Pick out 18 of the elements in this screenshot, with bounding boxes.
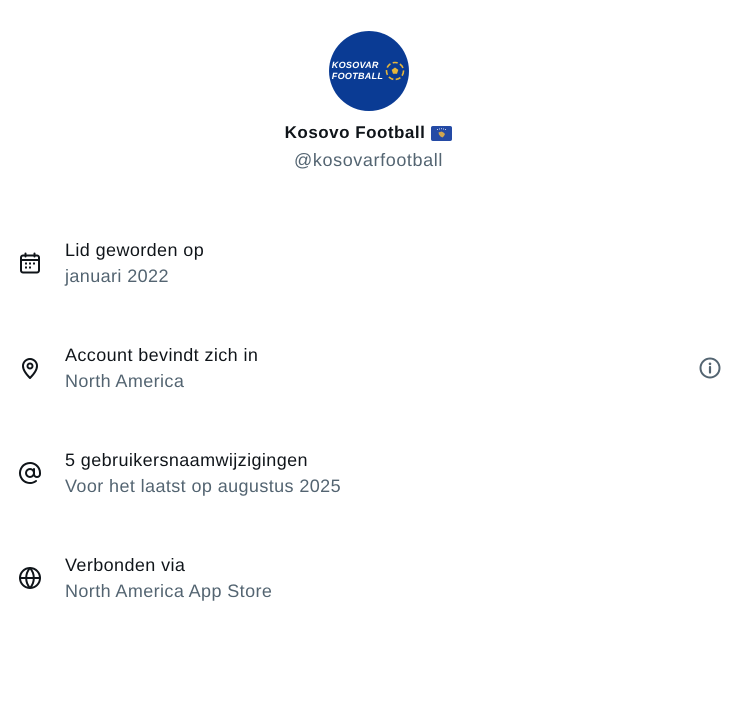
- info-icon[interactable]: [699, 357, 721, 379]
- detail-title: Verbonden via: [65, 554, 186, 576]
- detail-value: Voor het laatst op augustus 2025: [65, 475, 341, 497]
- detail-value: januari 2022: [65, 265, 169, 287]
- flag-icon: [431, 126, 452, 140]
- football-icon: [385, 61, 406, 81]
- globe-icon: [18, 566, 42, 590]
- detail-value: North America: [65, 370, 184, 392]
- profile-handle: @kosovarfootball: [294, 149, 443, 171]
- profile-name: Kosovo Football: [284, 122, 426, 144]
- detail-title: Account bevindt zich in: [65, 344, 258, 366]
- at-sign-icon: [18, 461, 42, 485]
- calendar-icon: [18, 251, 42, 275]
- detail-value: North America App Store: [65, 580, 272, 602]
- detail-title: 5 gebruikersnaamwijzigingen: [65, 449, 308, 471]
- detail-title: Lid geworden op: [65, 239, 204, 261]
- logo-text: FOOTBALL: [332, 71, 384, 82]
- logo-text: KOSOVAR: [332, 60, 379, 71]
